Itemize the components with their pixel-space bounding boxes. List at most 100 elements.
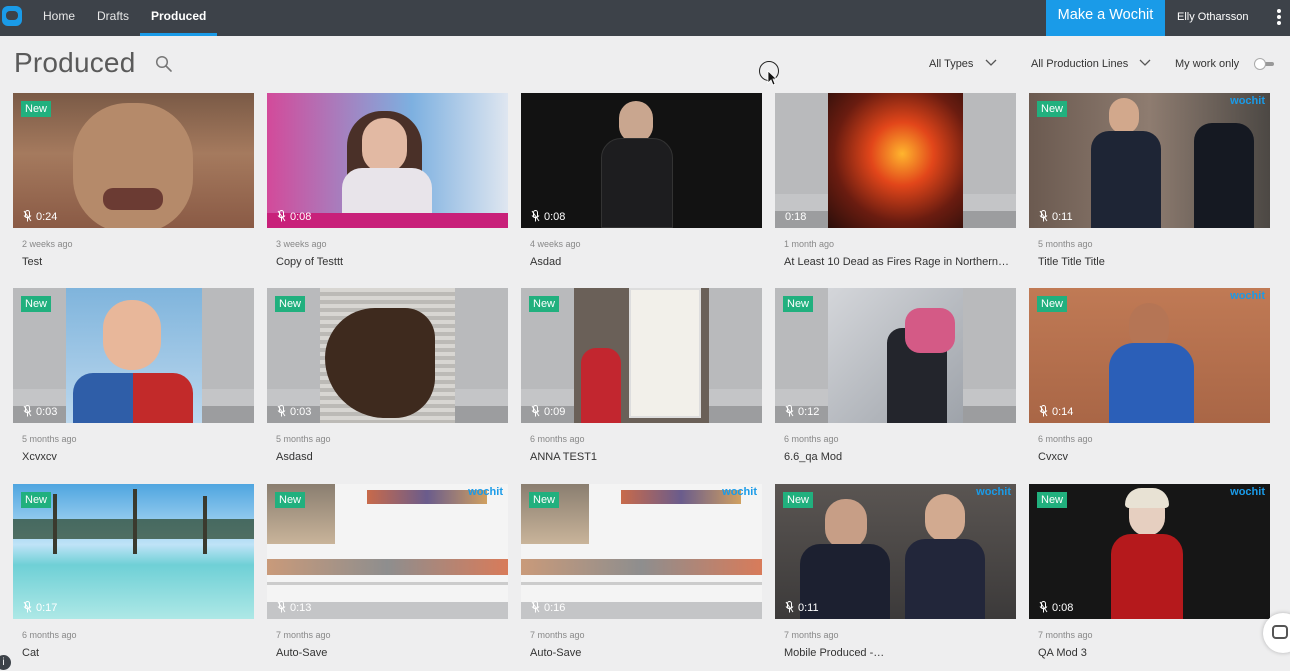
video-title[interactable]: Asdasd — [276, 450, 501, 464]
new-badge: New — [1037, 101, 1068, 117]
wochit-watermark: wochit — [1230, 290, 1265, 302]
video-duration: 0:11 — [785, 601, 819, 615]
video-thumbnail[interactable]: New 0:24 — [13, 93, 254, 228]
search-icon[interactable] — [155, 55, 173, 73]
video-thumbnail[interactable]: New wochit 0:14 — [1029, 288, 1270, 423]
video-card[interactable]: New wochit 0:08 7 months ago QA Mod 3 — [1029, 484, 1270, 660]
nav-home[interactable]: Home — [43, 0, 75, 36]
video-thumbnail[interactable]: New 0:12 — [775, 288, 1016, 423]
production-line-filter-dropdown[interactable]: All Production Lines — [1031, 56, 1151, 72]
video-card[interactable]: 0:18 1 month ago At Least 10 Dead as Fir… — [775, 93, 1016, 269]
video-date: 2 weeks ago — [22, 239, 73, 249]
video-date: 1 month ago — [784, 239, 835, 249]
video-thumbnail[interactable]: New 0:03 — [13, 288, 254, 423]
video-date: 3 weeks ago — [276, 239, 327, 249]
video-date: 7 months ago — [1038, 630, 1093, 640]
video-card[interactable]: New wochit 0:11 5 months ago Title Title… — [1029, 93, 1270, 269]
video-date: 7 months ago — [276, 630, 331, 640]
video-card[interactable]: New 0:03 5 months ago Asdasd — [267, 288, 508, 464]
wochit-watermark: wochit — [976, 486, 1011, 498]
video-date: 6 months ago — [530, 434, 585, 444]
mouse-cursor-icon — [767, 70, 777, 86]
user-menu[interactable]: Elly Otharsson — [1177, 0, 1249, 34]
video-thumbnail[interactable]: New 0:17 — [13, 484, 254, 619]
chevron-down-icon — [985, 59, 996, 66]
top-nav-bar: Home Drafts Produced Make a Wochit Elly … — [0, 0, 1290, 36]
my-work-only-toggle[interactable] — [1254, 58, 1274, 70]
video-duration: 0:08 — [531, 210, 565, 224]
video-card[interactable]: New wochit 0:11 7 months ago Mobile Prod… — [775, 484, 1016, 660]
video-title[interactable]: QA Mod 3 — [1038, 646, 1263, 660]
video-thumbnail[interactable]: New 0:03 — [267, 288, 508, 423]
new-badge: New — [783, 492, 814, 508]
video-title[interactable]: Cat — [22, 646, 247, 660]
video-thumbnail[interactable]: New wochit 0:11 — [775, 484, 1016, 619]
make-a-wochit-button[interactable]: Make a Wochit — [1046, 0, 1165, 36]
type-filter-dropdown[interactable]: All Types — [929, 56, 997, 72]
video-date: 6 months ago — [22, 630, 77, 640]
new-badge: New — [21, 101, 52, 117]
video-thumbnail[interactable]: 0:08 — [521, 93, 762, 228]
microphone-icon — [1039, 601, 1048, 613]
video-thumbnail[interactable]: New wochit 0:13 — [267, 484, 508, 619]
video-card[interactable]: New 0:03 5 months ago Xcvxcv — [13, 288, 254, 464]
video-title[interactable]: Title Title Title — [1038, 255, 1263, 269]
video-thumbnail[interactable]: 0:18 — [775, 93, 1016, 228]
video-duration: 0:13 — [277, 601, 311, 615]
video-title[interactable]: ANNA TEST1 — [530, 450, 755, 464]
video-title[interactable]: Copy of Testtt — [276, 255, 501, 269]
nav-drafts[interactable]: Drafts — [97, 0, 129, 36]
microphone-icon — [23, 405, 32, 417]
video-duration: 0:18 — [785, 211, 807, 223]
video-card[interactable]: 0:08 3 weeks ago Copy of Testtt — [267, 93, 508, 269]
video-title[interactable]: Cvxcv — [1038, 450, 1263, 464]
video-card[interactable]: New 0:09 6 months ago ANNA TEST1 — [521, 288, 762, 464]
video-date: 5 months ago — [276, 434, 331, 444]
video-title[interactable]: Mobile Produced -… — [784, 646, 1009, 660]
video-duration: 0:24 — [23, 210, 57, 224]
video-thumbnail[interactable]: New wochit 0:11 — [1029, 93, 1270, 228]
video-card[interactable]: New 0:12 6 months ago 6.6_qa Mod — [775, 288, 1016, 464]
info-icon[interactable]: i — [0, 655, 11, 670]
video-duration: 0:17 — [23, 601, 57, 615]
video-duration: 0:03 — [277, 405, 311, 419]
video-thumbnail[interactable]: New wochit 0:16 — [521, 484, 762, 619]
video-card[interactable]: New wochit 0:14 6 months ago Cvxcv — [1029, 288, 1270, 464]
video-title[interactable]: Asdad — [530, 255, 755, 269]
production-line-filter-label: All Production Lines — [1031, 58, 1129, 70]
new-badge: New — [21, 492, 52, 508]
video-thumbnail[interactable]: New 0:09 — [521, 288, 762, 423]
video-title[interactable]: Test — [22, 255, 247, 269]
video-duration: 0:16 — [531, 601, 565, 615]
video-thumbnail[interactable]: 0:08 — [267, 93, 508, 228]
microphone-icon — [1039, 210, 1048, 222]
microphone-icon — [785, 405, 794, 417]
new-badge: New — [275, 492, 306, 508]
video-card[interactable]: New 0:24 2 weeks ago Test — [13, 93, 254, 269]
microphone-icon — [277, 405, 286, 417]
video-date: 7 months ago — [784, 630, 839, 640]
video-title[interactable]: At Least 10 Dead as Fires Rage in Northe… — [784, 255, 1009, 269]
wochit-watermark: wochit — [722, 486, 757, 498]
page-title: Produced — [14, 47, 136, 78]
video-duration: 0:12 — [785, 405, 819, 419]
video-title[interactable]: Auto-Save — [276, 646, 501, 660]
video-card[interactable]: New wochit 0:16 7 months ago Auto-Save — [521, 484, 762, 660]
video-card[interactable]: New wochit 0:13 7 months ago Auto-Save — [267, 484, 508, 660]
wochit-logo-icon[interactable] — [2, 6, 22, 26]
more-options-icon[interactable] — [1276, 9, 1282, 27]
video-date: 7 months ago — [530, 630, 585, 640]
video-duration: 0:03 — [23, 405, 57, 419]
new-badge: New — [529, 296, 560, 312]
video-duration: 0:11 — [1039, 210, 1073, 224]
video-card[interactable]: New 0:17 6 months ago Cat — [13, 484, 254, 660]
nav-produced[interactable]: Produced — [140, 0, 218, 36]
video-date: 4 weeks ago — [530, 239, 581, 249]
video-date: 5 months ago — [1038, 239, 1093, 249]
video-title[interactable]: Xcvxcv — [22, 450, 247, 464]
video-thumbnail[interactable]: New wochit 0:08 — [1029, 484, 1270, 619]
video-title[interactable]: 6.6_qa Mod — [784, 450, 1009, 464]
video-card[interactable]: 0:08 4 weeks ago Asdad — [521, 93, 762, 269]
type-filter-label: All Types — [929, 58, 974, 70]
video-title[interactable]: Auto-Save — [530, 646, 755, 660]
